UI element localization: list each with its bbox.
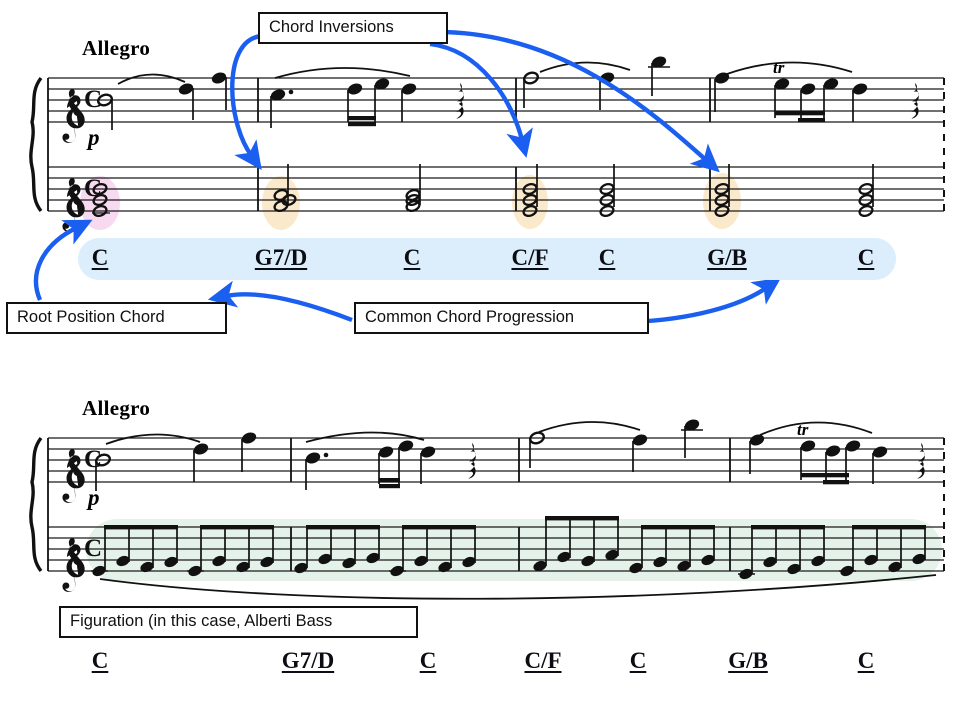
slur [726,61,853,75]
chord-label: C [857,245,875,270]
arrow-chord-inversions-3 [431,29,720,173]
slur [305,431,425,443]
score-diagram: C C C C Allegro p tr C G7/D C C/F C G/B … [0,0,975,702]
m3-top-notes-2 [529,419,703,472]
chord-label: C/F [511,245,549,270]
system-brace-2 [29,436,43,573]
arrow-progression-left [207,280,353,323]
chord-label: G7/D [254,245,308,270]
m3-bottom-chord-2-1 [599,164,615,218]
system-2-staves: C C [29,419,945,600]
trill-ornament-2: tr [797,420,809,439]
time-signature-bottom-2: C [84,535,102,562]
chord-label: G/B [707,245,747,270]
tempo-marking-1: Allegro [82,36,151,60]
arrow-root-position [33,219,93,301]
m4-top-notes-1 [714,61,919,123]
arrow-progression-right [629,277,782,325]
m4-bottom-chord-2-1 [858,164,874,218]
chord-progression-bar [78,238,896,280]
score-svg: C C C C [29,29,945,600]
callout-common-chord-progression: Common Chord Progression [354,302,649,334]
treble-clef-bottom-2 [62,538,85,592]
slur [105,433,201,445]
time-signature-top-2: C [84,446,102,473]
chord-label: C [403,245,421,270]
chord-label: C [419,648,437,673]
system-1-staves: C C [29,56,945,232]
chord-label: G/B [728,648,768,673]
dynamic-marking-1: p [88,125,100,150]
m4-top-notes-2 [749,421,925,485]
slur [538,421,641,433]
m2-bottom-chord-2-1 [405,164,421,213]
callout-root-position-chord: Root Position Chord [6,302,227,334]
m2-top-notes-2 [305,431,476,490]
trill-ornament-1: tr [773,58,785,77]
treble-clef-top-2 [62,449,85,503]
tempo-marking-2: Allegro [82,396,151,420]
m3-top-notes-1 [523,56,670,110]
chord-label: C [857,648,875,673]
slur [759,421,873,436]
system-brace-1 [29,76,43,213]
staff-lines-bottom-1 [48,166,944,212]
dynamic-marking-2: p [88,485,100,510]
chord-label: G7/D [281,648,335,673]
callout-figuration-alberti-bass: Figuration (in this case, Alberti Bass [59,606,418,638]
chord-label: C [598,245,616,270]
chord-label: C [91,648,109,673]
arrow-chord-inversions-2 [429,41,533,158]
chord-label: C [91,245,109,270]
callout-chord-inversions: Chord Inversions [258,12,448,44]
inversion-highlight-3 [703,173,741,229]
treble-clef-bottom-1 [62,178,85,232]
chord-label: C [629,648,647,673]
slur [274,67,411,79]
treble-clef-top-1 [62,89,85,143]
arrow-chord-inversions-1 [230,33,265,171]
m2-top-notes-1 [270,67,464,128]
barlines-1 [257,78,711,211]
slur [117,73,186,85]
chord-label: C/F [524,648,562,673]
